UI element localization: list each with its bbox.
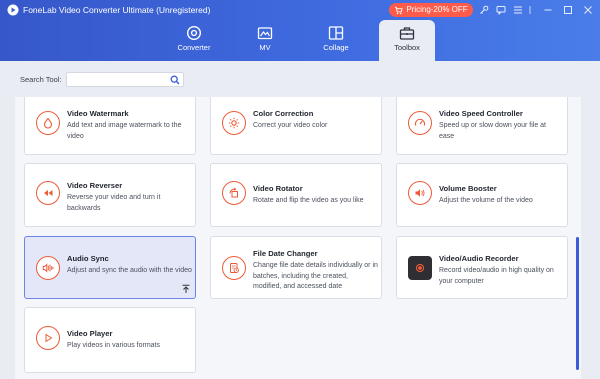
tool-description: Speed up or slow down your file at ease (439, 122, 547, 140)
tool-file-date-changer[interactable]: File Date Changer Change file date detai… (210, 236, 382, 299)
tab-collage[interactable]: Collage (308, 20, 364, 61)
tool-video-player[interactable]: Video Player Play videos in various form… (24, 307, 196, 373)
tab-toolbox[interactable]: Toolbox (379, 20, 435, 61)
collage-icon (327, 25, 345, 41)
recorder-icon (408, 256, 432, 280)
tab-mv-label: MV (259, 43, 271, 52)
color-correction-icon (222, 111, 246, 135)
tool-video-reverser[interactable]: Video Reverser Reverse your video and tu… (24, 163, 196, 227)
tab-mv[interactable]: MV (237, 20, 293, 61)
key-icon[interactable] (477, 3, 490, 16)
tool-title: File Date Changer (253, 249, 318, 258)
tool-title: Video Reverser (67, 181, 123, 190)
toolbox-grid: Video Watermark Add text and image water… (15, 97, 581, 379)
window-title: FoneLab Video Converter Ultimate (Unregi… (23, 5, 211, 15)
tab-collage-label: Collage (323, 43, 349, 52)
tool-description: Rotate and flip the video as you like (253, 197, 364, 204)
minimize-icon[interactable] (541, 3, 554, 16)
tool-description: Adjust the volume of the video (439, 197, 533, 204)
tool-description: Record video/audio in high quality on yo… (439, 267, 554, 285)
pricing-button[interactable]: Pricing-20% OFF (389, 3, 473, 17)
rotate-icon (222, 181, 246, 205)
speed-icon (408, 111, 432, 135)
tool-title: Video Player (67, 329, 113, 338)
volume-icon (408, 181, 432, 205)
audio-sync-icon (36, 256, 60, 280)
tool-video-speed-controller[interactable]: Video Speed Controller Speed up or slow … (396, 97, 568, 155)
feedback-icon[interactable] (494, 3, 507, 16)
tool-video-rotator[interactable]: Video Rotator Rotate and flip the video … (210, 163, 382, 227)
menu-icon[interactable] (511, 3, 524, 16)
rewind-icon (36, 181, 60, 205)
tab-converter-label: Converter (177, 43, 211, 52)
tool-title: Video Speed Controller (439, 109, 523, 118)
tool-title: Video/Audio Recorder (439, 254, 519, 263)
search-input[interactable] (67, 78, 183, 91)
mv-icon (256, 25, 274, 41)
tool-description: Play videos in various formats (67, 342, 160, 349)
search-label: Search Tool: (20, 75, 62, 84)
maximize-icon[interactable] (561, 3, 574, 16)
pin-to-top-icon[interactable] (181, 284, 191, 294)
tab-converter[interactable]: Converter (166, 20, 222, 61)
separator-icon (526, 3, 534, 16)
tool-title: Video Watermark (67, 109, 129, 118)
tool-video-audio-recorder[interactable]: Video/Audio Recorder Record video/audio … (396, 236, 568, 299)
play-icon (36, 326, 60, 350)
tool-description: Adjust and sync the audio with the video (67, 267, 192, 274)
tool-title: Volume Booster (439, 184, 497, 193)
toolbox-icon (398, 25, 416, 41)
tool-color-correction[interactable]: Color Correction Correct your video colo… (210, 97, 382, 155)
tool-title: Video Rotator (253, 184, 303, 193)
app-logo-icon (7, 4, 19, 16)
tool-video-watermark[interactable]: Video Watermark Add text and image water… (24, 97, 196, 155)
tool-description: Change file date details individually or… (253, 262, 378, 290)
tab-toolbox-label: Toolbox (394, 43, 420, 52)
title-bar: FoneLab Video Converter Ultimate (Unregi… (0, 0, 600, 61)
tool-volume-booster[interactable]: Volume Booster Adjust the volume of the … (396, 163, 568, 227)
tool-audio-sync[interactable]: Audio Sync Adjust and sync the audio wit… (24, 236, 196, 299)
search-field (66, 72, 184, 91)
watermark-icon (36, 111, 60, 135)
cart-icon (395, 6, 404, 14)
scrollbar-thumb[interactable] (576, 237, 579, 370)
tool-title: Audio Sync (67, 254, 109, 263)
close-icon[interactable] (581, 3, 594, 16)
converter-icon (185, 25, 203, 41)
tool-description: Reverse your video and turn it backwards (67, 194, 161, 212)
tool-title: Color Correction (253, 109, 314, 118)
file-date-icon (222, 256, 246, 280)
search-icon[interactable] (170, 75, 180, 85)
pricing-label: Pricing-20% OFF (406, 5, 468, 14)
tool-description: Add text and image watermark to the vide… (67, 122, 182, 140)
tool-description: Correct your video color (253, 122, 328, 129)
